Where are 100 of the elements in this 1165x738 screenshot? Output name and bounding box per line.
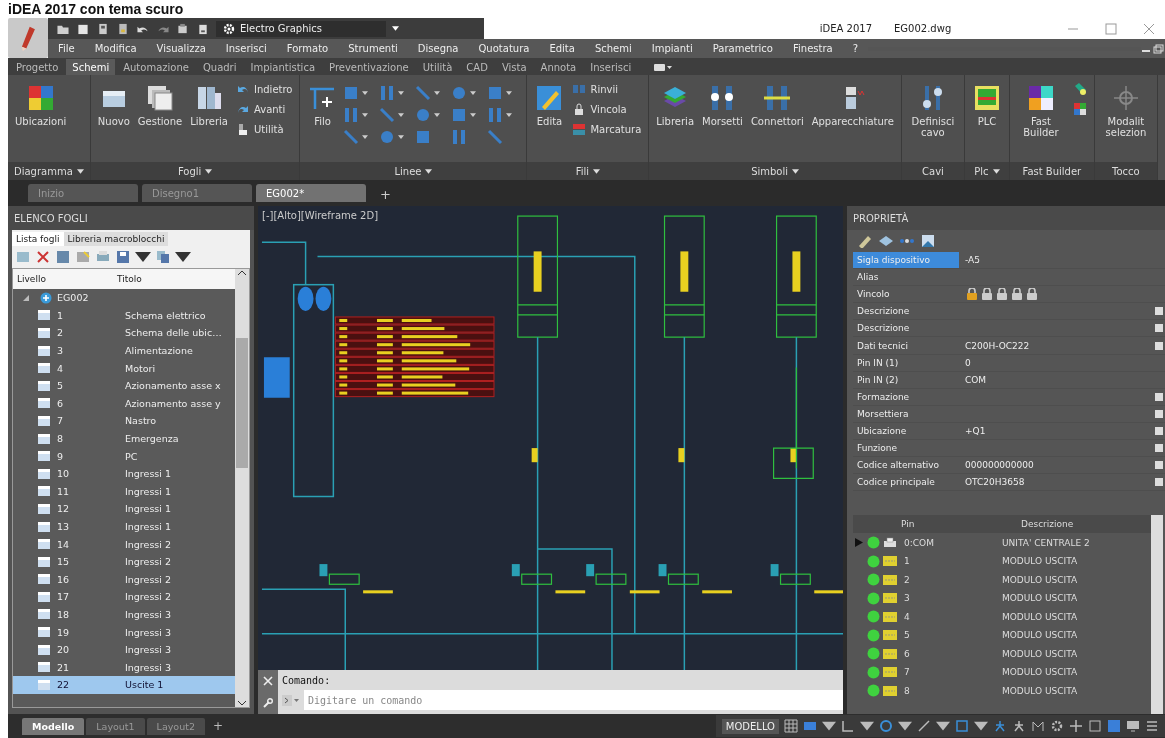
ribbon-tab[interactable]: Schemi — [66, 59, 116, 75]
property-label[interactable]: Pin IN (2) — [853, 371, 959, 388]
ribbon-tab[interactable]: Automazione — [117, 59, 195, 75]
ribbon-button[interactable]: Nuovo — [95, 81, 132, 129]
tree-row[interactable]: 16 Ingressi 2 — [13, 570, 235, 589]
viewport-label[interactable]: [-][Alto][Wireframe 2D] — [262, 210, 379, 221]
save-icon[interactable] — [115, 249, 131, 265]
menu-item[interactable]: Strumenti — [338, 43, 408, 54]
ribbon-tab[interactable]: Impiantistica — [244, 59, 322, 75]
gear-icon[interactable] — [1050, 719, 1064, 733]
tree-row[interactable]: 14 Ingressi 2 — [13, 535, 235, 553]
ribbon-button[interactable]: Libreria — [188, 81, 230, 129]
square-icon[interactable] — [955, 719, 969, 733]
tree-row[interactable]: 5 Azionamento asse x — [13, 376, 235, 395]
monitor-icon[interactable] — [1126, 719, 1140, 733]
angle-icon[interactable] — [841, 719, 855, 733]
panel-label[interactable]: Tocco — [1094, 162, 1157, 180]
plus-icon[interactable] — [1069, 719, 1083, 733]
tree-row[interactable]: 7 Nastro — [13, 412, 235, 430]
tree-row[interactable]: 2 Schema delle ubic… — [13, 324, 235, 342]
new-tab-button[interactable]: + — [370, 187, 401, 202]
close-icon[interactable] — [1143, 22, 1155, 35]
ribbon-tab[interactable]: Vista — [495, 59, 533, 75]
layout-tab[interactable]: Modello — [22, 717, 85, 735]
save-as-icon[interactable] — [116, 22, 130, 35]
ribbon-tab[interactable]: Annota — [534, 59, 583, 75]
figure-icon[interactable] — [1012, 719, 1026, 733]
property-label[interactable]: Dati tecnici — [853, 337, 959, 354]
menu-item[interactable]: Quotatura — [468, 43, 540, 54]
property-value[interactable]: 000000000000 — [965, 460, 1034, 471]
menu-item[interactable]: Schemi — [584, 43, 642, 54]
pencil-icon[interactable] — [857, 234, 873, 248]
tree-row[interactable]: 8 Emergenza — [13, 429, 235, 448]
padlock-icon[interactable] — [965, 288, 979, 301]
panel-label[interactable]: Simboli — [649, 162, 901, 180]
ribbon-button[interactable]: Gestione — [135, 81, 185, 129]
property-value[interactable]: -A5 — [965, 255, 980, 266]
tree-row[interactable]: 21 Ingressi 3 — [13, 658, 235, 677]
property-value[interactable]: 0 — [965, 357, 971, 368]
ribbon-button[interactable]: Apparecchiature — [809, 81, 896, 129]
add-layout-button[interactable]: + — [206, 717, 229, 735]
ribbon-tab[interactable]: Utilità — [416, 59, 459, 75]
property-label[interactable]: Pin IN (1) — [853, 354, 959, 371]
property-label[interactable]: Descrizione — [853, 303, 959, 320]
panel-label[interactable]: Cavi — [901, 162, 964, 180]
ribbon-tab[interactable]: Inserisci — [584, 59, 638, 75]
tree-row[interactable]: 6 Azionamento asse y — [13, 394, 235, 413]
scrollbar[interactable] — [1151, 515, 1163, 714]
ribbon-button[interactable]: Vincola — [570, 101, 644, 117]
tree-row[interactable]: 10 Ingressi 1 — [13, 464, 235, 483]
tree-row[interactable]: 22 Uscite 1 — [13, 676, 235, 694]
padlock-icon[interactable] — [1025, 288, 1039, 301]
ribbon-button[interactable]: Definisci cavo — [906, 81, 959, 140]
tree-row[interactable]: 13 Ingressi 1 — [13, 517, 235, 536]
prompt-icon[interactable] — [282, 694, 300, 706]
property-label[interactable]: Codice principale — [853, 474, 959, 491]
property-label[interactable]: Funzione — [853, 440, 959, 457]
ribbon-button[interactable]: Modalit selezion — [1099, 81, 1152, 140]
print-icon[interactable] — [196, 22, 210, 35]
ribbon-button[interactable]: Edita — [532, 81, 567, 129]
ribbon-button[interactable]: Filo — [305, 81, 340, 129]
panel-tab[interactable]: Libreria macroblocchi — [63, 232, 169, 246]
property-value[interactable]: OTC20H3658 — [965, 477, 1025, 488]
copy-icon[interactable] — [155, 249, 171, 265]
panel-label[interactable]: Fili — [527, 162, 649, 180]
tree-row[interactable]: EG002 — [13, 289, 235, 307]
model-space-button[interactable]: MODELLO — [721, 718, 779, 734]
ribbon-button[interactable]: Connettori — [748, 81, 806, 129]
panel-tab[interactable]: Lista fogli — [12, 232, 64, 246]
menu-item[interactable]: Finestra — [783, 43, 843, 54]
wrench-icon[interactable] — [263, 698, 273, 708]
menu-item[interactable]: File — [48, 43, 85, 54]
padlock-icon[interactable] — [980, 288, 994, 301]
ribbon-button[interactable]: Rinvii — [570, 81, 644, 97]
tree-row[interactable]: 18 Ingressi 3 — [13, 605, 235, 624]
tree-row[interactable]: 9 PC — [13, 447, 235, 465]
menu-item[interactable]: Impianti — [641, 43, 703, 54]
menu-item[interactable]: Formato — [276, 43, 339, 54]
property-value[interactable]: COM — [965, 374, 987, 385]
window-restore-icon[interactable] — [1141, 42, 1165, 55]
grid-icon[interactable] — [784, 719, 798, 733]
ribbon-tab[interactable]: CAD — [460, 59, 494, 75]
ribbon-tab[interactable]: Preventivazione — [323, 59, 415, 75]
image-icon[interactable] — [920, 234, 936, 248]
panel-label[interactable]: Fast Builder — [1009, 162, 1094, 180]
document-tab[interactable]: EG002* — [256, 184, 366, 202]
property-value[interactable]: +Q1 — [965, 426, 986, 436]
property-label[interactable]: Alias — [853, 269, 959, 286]
panel-label[interactable]: Plc — [964, 162, 1009, 180]
ribbon-button[interactable]: PLC — [969, 81, 1004, 129]
tree-row[interactable]: 20 Ingressi 3 — [13, 640, 235, 659]
property-label[interactable]: Ubicazione — [853, 422, 959, 440]
property-label[interactable]: Descrizione — [853, 320, 959, 337]
panel-label[interactable]: Linee — [300, 162, 527, 180]
figure-icon[interactable] — [993, 719, 1007, 733]
layers-icon[interactable] — [878, 234, 894, 248]
panel-label[interactable]: Diagramma — [8, 162, 90, 180]
padlock-icon[interactable] — [1010, 288, 1024, 301]
menu-item[interactable]: Edita — [539, 43, 585, 54]
menu-item[interactable]: Disegna — [407, 43, 469, 54]
